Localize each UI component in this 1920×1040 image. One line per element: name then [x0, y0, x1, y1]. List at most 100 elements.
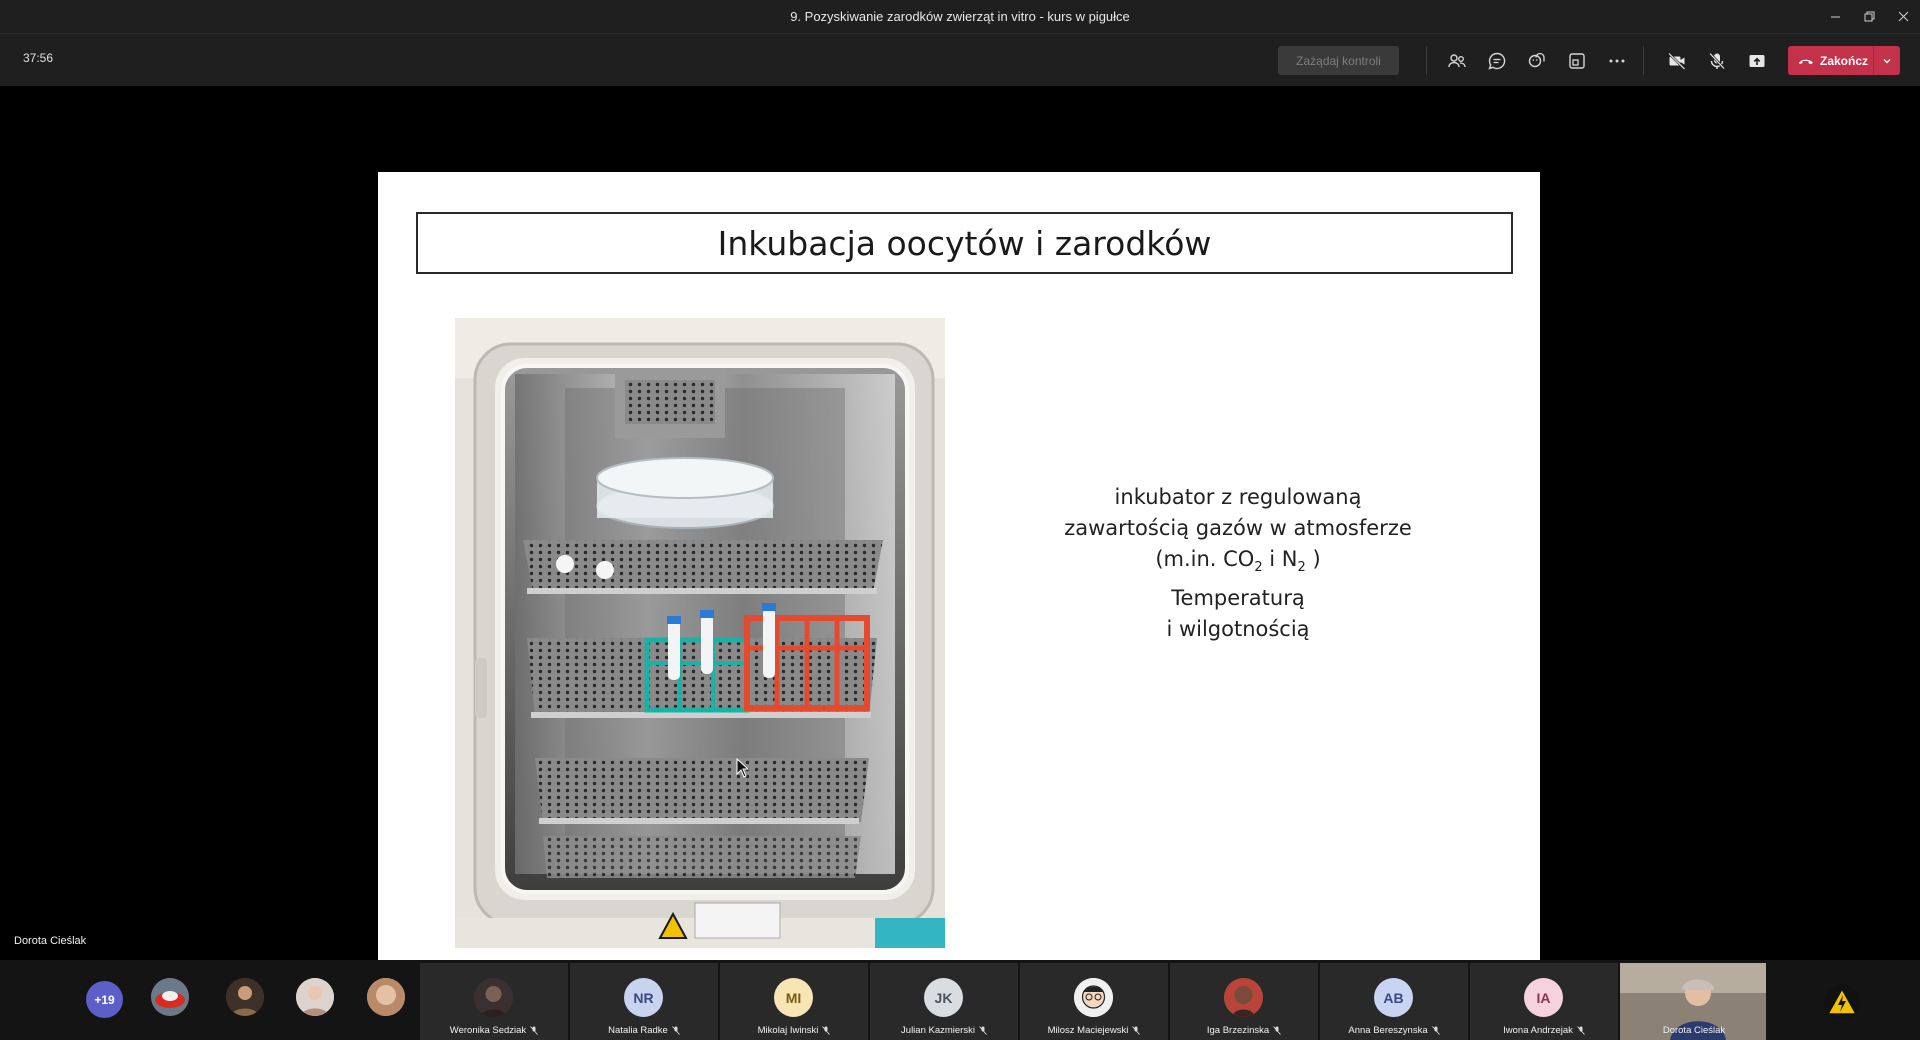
more-icon [1609, 59, 1625, 63]
more-participants-badge[interactable]: +19 [86, 981, 123, 1018]
meeting-timer: 37:56 [23, 51, 54, 65]
mic-off-icon [1273, 1026, 1281, 1035]
slide-text-fragment: i N [1262, 547, 1298, 571]
participant-name: Anna Bereszynska [1320, 1025, 1468, 1036]
request-control-button[interactable]: Zażądaj kontroli [1278, 46, 1399, 75]
participant-tile[interactable] [1766, 963, 1920, 1040]
more-options-button[interactable] [1602, 46, 1632, 76]
minimize-icon [1830, 16, 1840, 18]
slide-text-fragment: ) [1305, 547, 1321, 571]
mic-off-icon [1431, 1026, 1440, 1035]
end-call-label: Zakończ [1820, 53, 1869, 68]
participant-avatar [1074, 978, 1113, 1017]
slide-text-line: Temperaturą [1171, 586, 1305, 611]
slide-title: Inkubacja oocytów i zarodków [717, 223, 1212, 263]
participant-avatar[interactable] [226, 978, 264, 1016]
mouse-cursor-icon [736, 758, 750, 778]
close-window-button[interactable] [1886, 0, 1920, 33]
participant-initials-avatar: NR [624, 978, 663, 1017]
minimize-button[interactable] [1818, 0, 1852, 33]
incubator-image [455, 318, 945, 948]
mic-off-icon [979, 1026, 987, 1035]
participant-name: Iwona Andrzejak [1470, 1025, 1618, 1036]
rooms-icon [1569, 53, 1585, 69]
participant-video-tile[interactable]: Dorota Cieślak [1620, 963, 1768, 1040]
participant-tile[interactable]: AB Anna Bereszynska [1320, 963, 1468, 1040]
end-call-main[interactable]: Zakończ [1788, 46, 1873, 75]
chat-button[interactable] [1482, 46, 1512, 76]
person-avatar-image [367, 978, 405, 1016]
incubator-photo [455, 318, 945, 948]
participant-tile[interactable]: JK Julian Kazmierski [870, 963, 1018, 1040]
mic-toggle-button[interactable] [1702, 46, 1732, 76]
restore-button[interactable] [1852, 0, 1886, 33]
warning-icon [1824, 984, 1860, 1020]
participant-tile[interactable]: MI Mikolaj Iwinski [720, 963, 868, 1040]
mic-off-icon [1709, 52, 1725, 70]
participant-avatar[interactable] [296, 978, 334, 1016]
participants-button[interactable] [1442, 46, 1472, 76]
share-content-button[interactable] [1742, 46, 1772, 76]
co2-subscript: 2 [1254, 560, 1263, 576]
window-title-bar: 9. Pozyskiwanie zarodków zwierząt in vit… [0, 0, 1920, 33]
chat-icon [1488, 52, 1506, 70]
participant-name: Milosz Maciejewski [1020, 1025, 1168, 1036]
mic-off-icon [1132, 1026, 1141, 1035]
slide-text-line: inkubator z regulowaną [1114, 485, 1362, 509]
participant-name: Natalia Radke [570, 1025, 718, 1036]
person-avatar-image [296, 978, 334, 1016]
close-icon [1898, 11, 1908, 22]
slide-text-fragment: (m.in. CO [1155, 547, 1255, 571]
mic-off-icon [1577, 1026, 1585, 1035]
chevron-down-icon [1883, 58, 1891, 63]
slide-text-line: (m.in. CO2 i N2 ) [1028, 544, 1448, 583]
breakout-rooms-button[interactable] [1562, 46, 1592, 76]
person-avatar-image [1224, 978, 1263, 1017]
mic-off-icon [822, 1026, 831, 1035]
mic-off-icon [530, 1026, 539, 1035]
participant-name: Mikolaj Iwinski [720, 1025, 868, 1036]
mic-off-icon [671, 1026, 680, 1035]
participant-tile[interactable]: Milosz Maciejewski [1020, 963, 1168, 1040]
participant-name: Iga Brzezinska [1170, 1025, 1318, 1036]
reactions-icon [1528, 52, 1545, 68]
participants-icon [1448, 54, 1466, 68]
slide-body-text: inkubator z regulowaną zawartością gazów… [1028, 482, 1448, 645]
participant-tile[interactable]: NR Natalia Radke [570, 963, 718, 1040]
slide-text-line: i wilgotnością [1166, 617, 1310, 642]
toolbar-divider [1426, 46, 1427, 75]
slide-text-line: zawartością gazów w atmosferze [1064, 516, 1412, 540]
person-avatar-image [226, 978, 264, 1016]
camera-off-icon [1668, 52, 1686, 70]
participant-avatar [1224, 978, 1263, 1017]
participant-name: Dorota Cieślak [1662, 1025, 1726, 1036]
participant-tile[interactable]: Weronika Sedziak [420, 963, 568, 1040]
share-icon [1749, 55, 1765, 67]
end-call-button[interactable]: Zakończ [1788, 46, 1900, 75]
end-call-dropdown[interactable] [1874, 56, 1900, 66]
car-avatar-image [151, 978, 189, 1016]
participant-initials-avatar: JK [924, 978, 963, 1017]
window-title: 9. Pozyskiwanie zarodków zwierząt in vit… [790, 9, 1130, 24]
person-avatar-image [474, 978, 513, 1017]
participant-avatar[interactable] [151, 978, 189, 1016]
camera-toggle-button[interactable] [1662, 46, 1692, 76]
presenter-name-label: Dorota Cieślak [14, 935, 87, 947]
participant-avatar[interactable] [367, 978, 405, 1016]
toolbar-divider [1643, 46, 1644, 75]
reactions-button[interactable] [1522, 46, 1552, 76]
participant-tile[interactable]: IA Iwona Andrzejak [1470, 963, 1618, 1040]
participant-initials-avatar: AB [1374, 978, 1413, 1017]
n2-subscript: 2 [1297, 560, 1306, 576]
participant-initials-avatar: MI [774, 978, 813, 1017]
meeting-toolbar: 37:56 Zażądaj kontroli Zakończ [0, 33, 1920, 86]
slide-title-box: Inkubacja oocytów i zarodków [416, 212, 1513, 274]
participant-tile[interactable]: Iga Brzezinska [1170, 963, 1318, 1040]
shared-content-stage: Inkubacja oocytów i zarodków inkubator z… [0, 86, 1920, 1040]
cartoon-avatar-image [1074, 978, 1113, 1017]
hang-up-icon [1799, 59, 1813, 64]
window-controls [1818, 0, 1920, 33]
restore-icon [1864, 11, 1874, 22]
presentation-slide: Inkubacja oocytów i zarodków inkubator z… [378, 172, 1540, 1040]
participant-avatar [474, 978, 513, 1017]
